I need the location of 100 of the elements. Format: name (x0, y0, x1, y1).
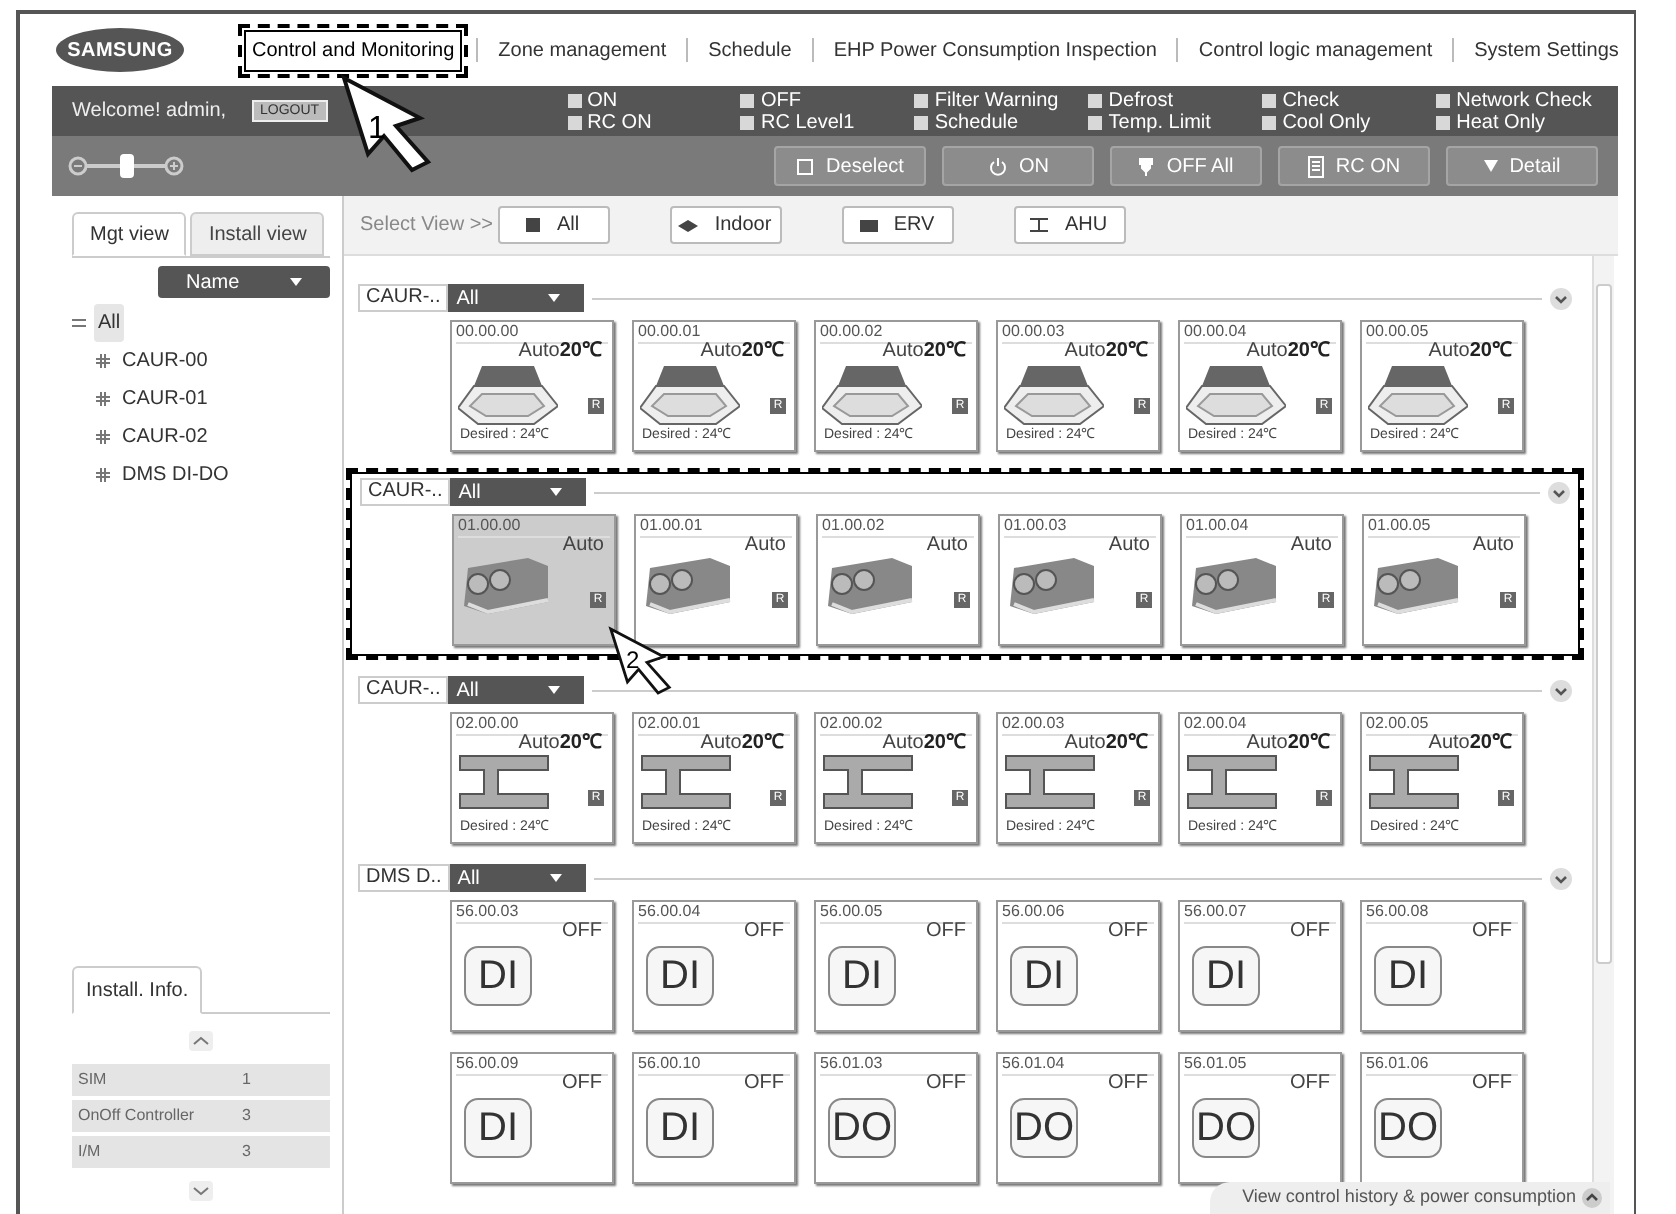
view-filter-button[interactable]: ERV (841, 206, 954, 244)
device-address: 56.00.05 (820, 902, 883, 920)
device-mode: Auto (518, 732, 560, 754)
scroll-thumb[interactable] (1596, 284, 1612, 964)
device-tile[interactable]: 56.00.09 OFF DI (450, 1052, 614, 1184)
device-tile[interactable]: 56.01.05 OFF DO (1178, 1052, 1342, 1184)
device-tile[interactable]: 56.01.03 OFF DO (814, 1052, 978, 1184)
view-filter-button[interactable]: AHU (1013, 206, 1126, 244)
view-tab[interactable]: Install view (190, 212, 325, 256)
group-name: CAUR-.. (360, 478, 451, 506)
device-address: 56.00.04 (638, 902, 701, 920)
collapse-chevron-icon (1550, 867, 1572, 889)
device-mode: Auto (1064, 732, 1106, 754)
legend-label: RC ON (587, 111, 652, 133)
device-mode: Auto (518, 340, 560, 362)
device-tile[interactable]: 56.00.04 OFF DI (632, 900, 796, 1032)
device-mode: Auto (1472, 534, 1514, 556)
view-filter-button[interactable]: Indoor (669, 206, 782, 244)
device-temperature: 20℃ (1469, 732, 1512, 754)
device-temperature: 20℃ (741, 340, 784, 362)
tree-item[interactable]: CAUR-02 (118, 418, 212, 456)
info-name: OnOff Controller (78, 1104, 197, 1128)
io-type-label: DI (1010, 946, 1078, 1006)
io-type-label: DI (464, 946, 532, 1006)
group-filter-dropdown[interactable]: All (448, 284, 585, 312)
air-handler-icon (1368, 754, 1460, 810)
device-tile[interactable]: 56.00.07 OFF DI (1178, 900, 1342, 1032)
history-link[interactable]: View control history & power consumption (1210, 1182, 1610, 1214)
io-type-label: DO (828, 1098, 896, 1158)
nav-tab[interactable]: Zone management (492, 31, 673, 69)
io-type-label: DO (1010, 1098, 1078, 1158)
ventilator-icon (1006, 556, 1098, 616)
device-address: 02.00.00 (456, 714, 519, 732)
io-type-label: DI (646, 946, 714, 1006)
device-address: 56.00.10 (638, 1054, 701, 1072)
device-temperature: 20℃ (1287, 732, 1330, 754)
tree-item[interactable]: CAUR-00 (118, 342, 212, 380)
device-tile[interactable]: 56.00.10 OFF DI (632, 1052, 796, 1184)
device-address: 56.00.06 (1002, 902, 1065, 920)
device-tile[interactable]: 56.00.03 OFF DI (450, 900, 614, 1032)
nav-tab[interactable]: Control logic management (1192, 31, 1439, 69)
legend-label: Check (1282, 89, 1340, 111)
io-type-label: DO (1192, 1098, 1260, 1158)
sort-dropdown[interactable]: Name (158, 266, 330, 298)
view-filter-button[interactable]: All (497, 206, 610, 244)
scrollbar[interactable] (1592, 256, 1614, 1214)
device-mode: Auto (700, 340, 742, 362)
device-address: 02.00.01 (638, 714, 701, 732)
device-address: 01.00.05 (1368, 516, 1431, 534)
ventilator-icon (824, 556, 916, 616)
info-tab[interactable]: Install. Info. (72, 966, 203, 1014)
device-address: 00.00.02 (820, 322, 883, 340)
caret-icon (549, 874, 562, 882)
device-tile[interactable]: 56.01.06 OFF DO (1360, 1052, 1524, 1184)
device-mode: OFF (1472, 1072, 1512, 1094)
nav-tab[interactable]: System Settings (1468, 31, 1625, 69)
caret-icon (1483, 160, 1498, 172)
view-tab[interactable]: Mgt view (72, 212, 187, 256)
device-mode: Auto (882, 732, 924, 754)
device-address: 56.01.03 (820, 1054, 883, 1072)
square-icon (526, 218, 541, 232)
scroll-down-icon (188, 1180, 214, 1202)
device-mode: OFF (1472, 920, 1512, 942)
legend-label: Temp. Limit (1108, 111, 1211, 133)
legend-label: Heat Only (1456, 111, 1546, 133)
device-tile[interactable]: 56.00.05 OFF DI (814, 900, 978, 1032)
collapse-chevron-icon (1548, 481, 1570, 503)
tree-item[interactable]: DMS DI-DO (118, 456, 233, 494)
io-type-label: DI (1192, 946, 1260, 1006)
tree-item[interactable]: CAUR-01 (118, 380, 212, 418)
device-tile[interactable]: 56.00.08 OFF DI (1360, 900, 1524, 1032)
ventilator-icon (642, 556, 734, 616)
chevron-up-icon (1582, 1188, 1602, 1208)
group-filter-dropdown[interactable]: All (449, 864, 586, 892)
device-address: 01.00.02 (822, 516, 885, 534)
nav-tab[interactable]: EHP Power Consumption Inspection (827, 31, 1163, 69)
device-mode: Auto (1246, 340, 1288, 362)
tree-item[interactable]: All (94, 304, 125, 342)
device-tile[interactable]: 56.01.04 OFF DO (996, 1052, 1160, 1184)
device-address: 00.00.00 (456, 322, 519, 340)
group-filter-dropdown[interactable]: All (448, 676, 585, 704)
cassette-unit-icon (822, 362, 922, 426)
legend-label: Cool Only (1282, 111, 1371, 133)
legend-label: Filter Warning (934, 89, 1059, 111)
power-icon (987, 156, 1007, 176)
device-mode: Auto (744, 534, 786, 556)
device-mode: Auto (1428, 732, 1470, 754)
group-filter-dropdown[interactable]: All (450, 478, 587, 506)
cassette-unit-icon (458, 362, 558, 426)
caret-icon (548, 294, 561, 302)
cassette-unit-icon (1186, 362, 1286, 426)
device-mode: OFF (562, 920, 602, 942)
nav-tab[interactable]: Schedule (702, 31, 798, 69)
info-count: 3 (242, 1140, 251, 1164)
device-tile[interactable]: 56.00.06 OFF DI (996, 900, 1160, 1032)
device-mode: Auto (1246, 732, 1288, 754)
collapse-chevron-icon (1550, 287, 1572, 309)
device-address: 00.00.05 (1366, 322, 1429, 340)
slider-thumb[interactable] (120, 154, 134, 178)
info-name: I/M (78, 1140, 103, 1164)
